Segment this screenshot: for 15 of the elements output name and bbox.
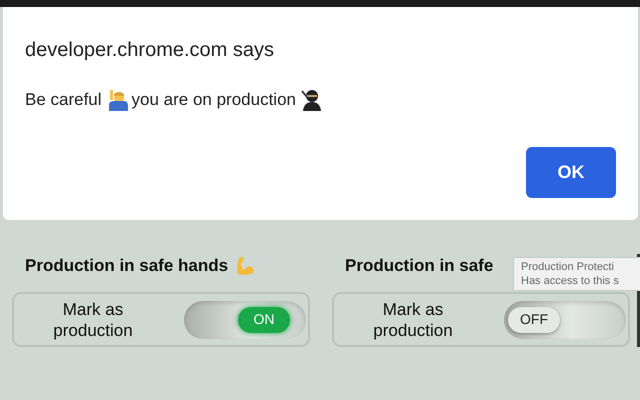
ninja-icon (300, 88, 322, 111)
toggle-knob[interactable]: ON (238, 306, 290, 332)
toggle-track[interactable]: ON (184, 300, 306, 338)
toggle-label: Mark as production (52, 298, 134, 340)
panel-heading: Production in safe hands (25, 255, 228, 278)
toggle-track[interactable]: OFF (504, 300, 626, 338)
dialog-message: you are on production (132, 89, 296, 111)
ok-button[interactable]: OK (526, 146, 616, 198)
toggle-label: Mark as production (372, 298, 454, 340)
dialog-message: Be careful (25, 89, 102, 111)
toggle-knob[interactable]: OFF (508, 306, 560, 332)
panel-heading: Production in safe (345, 255, 494, 278)
tooltip-line: Has access to this s (521, 274, 620, 288)
tooltip-line: Production Protecti (521, 260, 615, 274)
dialog-title: developer.chrome.com says (25, 38, 276, 63)
